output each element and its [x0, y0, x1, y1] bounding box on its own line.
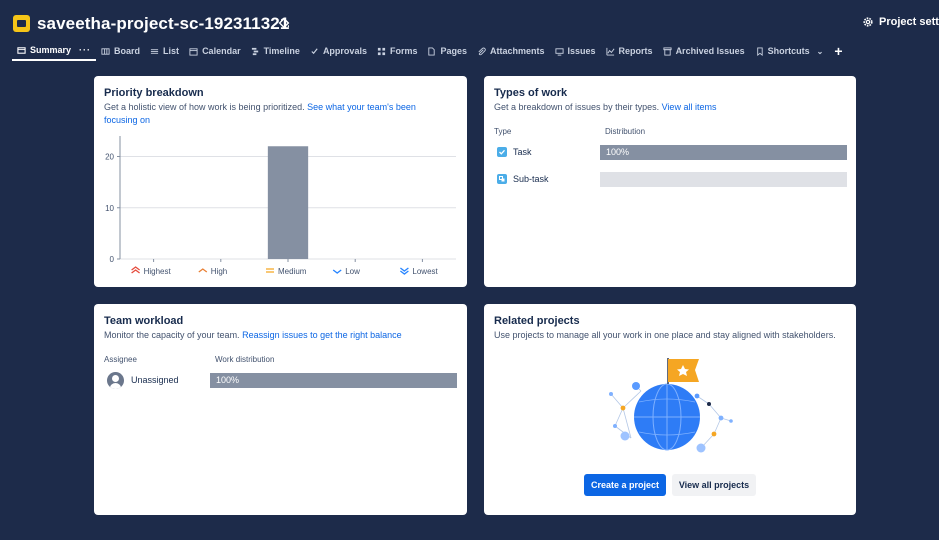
archive-icon — [663, 46, 672, 56]
tab-label: Approvals — [322, 46, 367, 56]
tab-pages[interactable]: Pages — [422, 41, 472, 61]
types-of-work-card: Types of work Get a breakdown of issues … — [484, 76, 856, 287]
shortcuts-icon — [756, 46, 763, 56]
approvals-icon — [311, 47, 318, 54]
card-title: Related projects — [494, 315, 580, 327]
card-description: Monitor the capacity of your team. Reass… — [104, 329, 402, 342]
task-distribution-fill: 100% — [600, 145, 847, 160]
project-avatar-icon[interactable] — [13, 15, 30, 32]
card-description: Use projects to manage all your work in … — [494, 330, 836, 340]
tab-label: Shortcuts — [767, 46, 810, 56]
project-tabs: Summary ··· Board List Calendar Timeline… — [12, 40, 849, 62]
x-tick-label: Medium — [278, 267, 307, 276]
lowest-priority-icon — [400, 267, 409, 275]
tab-attachments[interactable]: Attachments — [472, 41, 550, 61]
y-tick-label: 10 — [105, 204, 114, 213]
more-icon[interactable]: ··· — [79, 45, 91, 55]
timeline-icon — [251, 47, 258, 55]
tab-reports[interactable]: Reports — [601, 41, 658, 61]
highest-priority-icon — [131, 266, 140, 274]
x-tick-label: High — [211, 267, 227, 276]
reassign-issues-link[interactable]: Reassign issues to get the right balance — [242, 330, 402, 340]
project-settings-button[interactable]: Project setting — [862, 16, 939, 28]
project-title[interactable]: saveetha-project-sc-192311321 — [37, 14, 289, 34]
issues-icon — [554, 47, 564, 56]
tab-summary[interactable]: Summary ··· — [12, 41, 97, 61]
low-priority-icon — [332, 269, 342, 274]
view-all-items-link[interactable]: View all items — [662, 102, 717, 112]
tab-timeline[interactable]: Timeline — [246, 41, 305, 61]
y-tick-label: 20 — [105, 153, 114, 162]
add-tab-button[interactable]: + — [828, 43, 848, 59]
work-distribution-column-header: Work distribution — [215, 355, 275, 364]
x-tick-label: Highest — [144, 267, 172, 276]
tab-label: Calendar — [202, 46, 241, 56]
description-text: Get a breakdown of issues by their types… — [494, 102, 662, 112]
view-all-projects-button[interactable]: View all projects — [672, 474, 756, 496]
tab-label: Timeline — [263, 46, 300, 56]
assignee-label[interactable]: Unassigned — [131, 375, 179, 385]
unassigned-distribution-fill: 100% — [210, 373, 457, 388]
task-distribution-bar[interactable]: 100% — [600, 145, 847, 160]
tab-calendar[interactable]: Calendar — [184, 41, 246, 61]
tab-list[interactable]: List — [145, 41, 184, 61]
tab-forms[interactable]: Forms — [372, 41, 423, 61]
tab-label: Attachments — [490, 46, 545, 56]
tab-label: Board — [114, 46, 141, 56]
list-icon — [150, 48, 159, 54]
related-projects-card: Related projects Use projects to manage … — [484, 304, 856, 515]
globe-illustration — [609, 358, 733, 453]
tab-shortcuts[interactable]: Shortcuts ⌄ — [750, 41, 829, 61]
paint-bucket-icon[interactable] — [277, 16, 291, 30]
bar-medium — [267, 146, 309, 259]
distribution-column-header: Distribution — [605, 127, 646, 136]
card-title: Types of work — [494, 87, 568, 99]
create-project-button[interactable]: Create a project — [584, 474, 666, 496]
pages-icon — [428, 46, 436, 56]
calendar-icon — [189, 47, 198, 56]
card-title: Team workload — [104, 315, 184, 327]
priority-breakdown-card: Priority breakdown Get a holistic view o… — [94, 76, 467, 287]
task-icon — [497, 147, 507, 157]
tab-label: Archived Issues — [675, 46, 745, 56]
attachment-icon — [478, 47, 486, 55]
project-settings-label: Project setting — [879, 16, 939, 28]
high-priority-icon — [198, 268, 208, 273]
team-workload-card: Team workload Monitor the capacity of yo… — [94, 304, 467, 515]
unassigned-distribution-bar[interactable]: 100% — [210, 373, 457, 388]
board-icon — [101, 47, 110, 55]
tab-label: List — [163, 46, 180, 56]
type-label: Task — [513, 147, 532, 157]
reports-icon — [605, 47, 615, 56]
tab-approvals[interactable]: Approvals — [305, 41, 372, 61]
x-tick-label: Low — [345, 267, 360, 276]
gear-icon — [863, 17, 873, 27]
priority-chart: 0 10 20 Highest High Medium Low Lowest — [105, 136, 456, 276]
forms-icon — [377, 47, 386, 55]
tab-label: Reports — [618, 46, 653, 56]
project-header: saveetha-project-sc-192311321 Project se… — [0, 0, 939, 64]
tab-label: Summary — [30, 45, 72, 55]
tab-archived-issues[interactable]: Archived Issues — [658, 41, 750, 61]
card-description: Get a breakdown of issues by their types… — [494, 101, 716, 114]
y-tick-label: 0 — [110, 255, 115, 264]
type-row-task[interactable]: Task — [497, 147, 532, 157]
type-column-header: Type — [494, 127, 512, 136]
x-tick-label: Lowest — [412, 267, 438, 276]
subtask-icon — [497, 174, 507, 184]
medium-priority-icon — [266, 268, 274, 273]
tab-board[interactable]: Board — [96, 41, 145, 61]
tab-issues[interactable]: Issues — [550, 41, 601, 61]
tab-label: Issues — [567, 46, 596, 56]
subtask-distribution-bar[interactable] — [600, 172, 847, 187]
description-text: Monitor the capacity of your team. — [104, 330, 243, 340]
summary-icon — [17, 46, 26, 54]
tab-label: Pages — [440, 46, 467, 56]
type-label: Sub-task — [513, 174, 549, 184]
assignee-column-header: Assignee — [104, 355, 137, 364]
unassigned-avatar-icon — [107, 372, 124, 389]
tab-label: Forms — [389, 46, 418, 56]
type-row-subtask[interactable]: Sub-task — [497, 174, 549, 184]
chevron-down-icon[interactable]: ⌄ — [817, 47, 824, 56]
